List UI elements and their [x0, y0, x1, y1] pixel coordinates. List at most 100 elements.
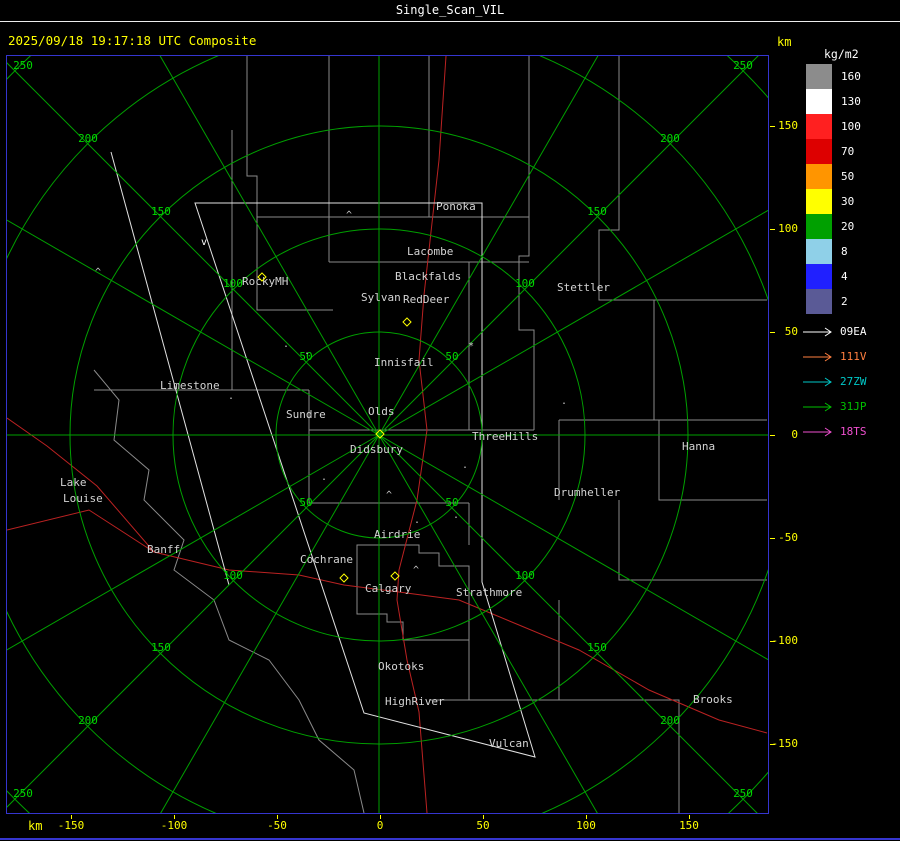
ring-distance-label: 100: [223, 277, 243, 290]
city-label: RockyMH: [242, 275, 288, 288]
legend-color-swatch: [806, 139, 832, 164]
legend-color-swatch: [806, 239, 832, 264]
city-label: Olds: [368, 405, 395, 418]
city-label: Strathmore: [456, 586, 522, 599]
ring-distance-label: 100: [515, 569, 535, 582]
legend-color-swatch: [806, 89, 832, 114]
ring-distance-label: 100: [515, 277, 535, 290]
legend-level-row: 30: [806, 189, 861, 214]
map-marker: .: [283, 339, 289, 350]
bottom-axis-tick-label: 50: [476, 819, 490, 832]
azimuth-spoke: [159, 56, 380, 436]
legend-unit-label: kg/m2: [824, 47, 859, 61]
legend-level-row: 2: [806, 289, 861, 314]
map-marker: .: [453, 510, 459, 521]
legend-level-value: 160: [841, 70, 861, 83]
bottom-axis-tick-label: 150: [679, 819, 699, 832]
axis-tick: [277, 815, 278, 819]
city-label: Lake: [60, 476, 87, 489]
right-axis-tick-label: 100: [778, 222, 798, 235]
legend-level-value: 70: [841, 145, 855, 158]
map-marker: ^: [386, 490, 392, 501]
map-marker: .: [321, 472, 327, 483]
city-label: HighRiver: [385, 695, 445, 708]
legend-site-row: 27ZW: [801, 369, 867, 394]
map-marker: v: [201, 237, 207, 248]
map-marker: .: [228, 391, 234, 402]
legend-color-swatch: [806, 214, 832, 239]
map-marker: .: [414, 515, 420, 526]
right-axis-tick-label: 50: [784, 325, 798, 338]
site-arrow-icon: [803, 427, 832, 436]
radar-site-diamond: [402, 317, 412, 327]
legend-level-value: 100: [841, 120, 861, 133]
legend-site-row: 111V: [801, 344, 867, 369]
ring-distance-label: 150: [151, 641, 171, 654]
map-marker: .: [462, 460, 468, 471]
azimuth-spoke: [160, 434, 380, 813]
legend-level-value: 50: [841, 170, 855, 183]
axis-tick: [689, 815, 690, 819]
legend-color-swatch: [806, 64, 832, 89]
axis-tick: [770, 641, 775, 642]
ring-distance-label: 200: [660, 132, 680, 145]
map-marker: *: [468, 341, 474, 352]
legend-level-row: 4: [806, 264, 861, 289]
legend-level-row: 160: [806, 64, 861, 89]
ring-distance-label: 250: [733, 59, 753, 72]
city-label: Limestone: [160, 379, 220, 392]
map-marker: ^: [95, 267, 101, 278]
site-arrow-icon: [803, 402, 832, 411]
legend-level-value: 2: [841, 295, 848, 308]
legend-level-row: 8: [806, 239, 861, 264]
legend-radar-sites: 09EA 111V 27ZW 31JP 18TS: [801, 319, 867, 444]
legend-site-id: 09EA: [840, 325, 867, 338]
map-marker: ^: [413, 565, 419, 576]
city-label: ThreeHills: [472, 430, 538, 443]
axis-tick: [586, 815, 587, 819]
legend-site-id: 31JP: [840, 400, 867, 413]
legend-level-value: 8: [841, 245, 848, 258]
radar-display-app: { "title": "Single_Scan_VIL", "header": …: [0, 0, 900, 841]
axis-tick: [770, 229, 775, 230]
city-label: Hanna: [682, 440, 715, 453]
title-bar: Single_Scan_VIL: [0, 0, 900, 22]
city-label: Sylvan: [361, 291, 401, 304]
ring-distance-label: 100: [223, 569, 243, 582]
map-marker: .: [304, 346, 310, 357]
legend-color-swatch: [806, 164, 832, 189]
city-label: Stettler: [557, 281, 610, 294]
radar-site-diamond: [339, 573, 349, 583]
city-label: Drumheller: [554, 486, 621, 499]
right-axis-tick-label: -100: [771, 634, 799, 647]
bottom-axis-tick-label: 100: [576, 819, 596, 832]
ring-distance-label: 200: [78, 714, 98, 727]
city-label: Didsbury: [350, 443, 403, 456]
bottom-axis-tick-label: 0: [376, 819, 384, 832]
city-label: Airdrie: [374, 528, 420, 541]
ring-distance-label: 50: [445, 350, 458, 363]
axis-tick: [770, 538, 775, 539]
legend-level-value: 30: [841, 195, 855, 208]
bottom-axis-tick-label: -50: [267, 819, 287, 832]
legend-level-row: 50: [806, 164, 861, 189]
legend-color-scale: 160 130 100 70 50 30 20 8 4 2: [806, 64, 861, 314]
city-labels: Ponoka Lacombe Blackfalds Sylvan RedDeer Stet…: [60, 200, 733, 750]
city-label: Lacombe: [407, 245, 453, 258]
right-axis-unit: km: [777, 35, 792, 49]
legend-level-row: 100: [806, 114, 861, 139]
axis-tick: [770, 332, 775, 333]
city-label: Okotoks: [378, 660, 424, 673]
legend-color-swatch: [806, 289, 832, 314]
city-label: Innisfail: [374, 356, 434, 369]
right-axis-tick-label: 0: [791, 428, 798, 441]
map-frame: 50 50 50 50 100 100 100 100 150 150 150 150 200 200 20…: [6, 55, 769, 814]
ring-distance-label: 250: [733, 787, 753, 800]
city-label: Sundre: [286, 408, 326, 421]
ring-distance-label: 200: [78, 132, 98, 145]
legend-site-id: 18TS: [840, 425, 867, 438]
ring-distance-label: 150: [587, 641, 607, 654]
scan-timestamp: 2025/09/18 19:17:18 UTC Composite: [8, 33, 257, 48]
legend-color-swatch: [806, 264, 832, 289]
map-marker: .: [561, 396, 567, 407]
